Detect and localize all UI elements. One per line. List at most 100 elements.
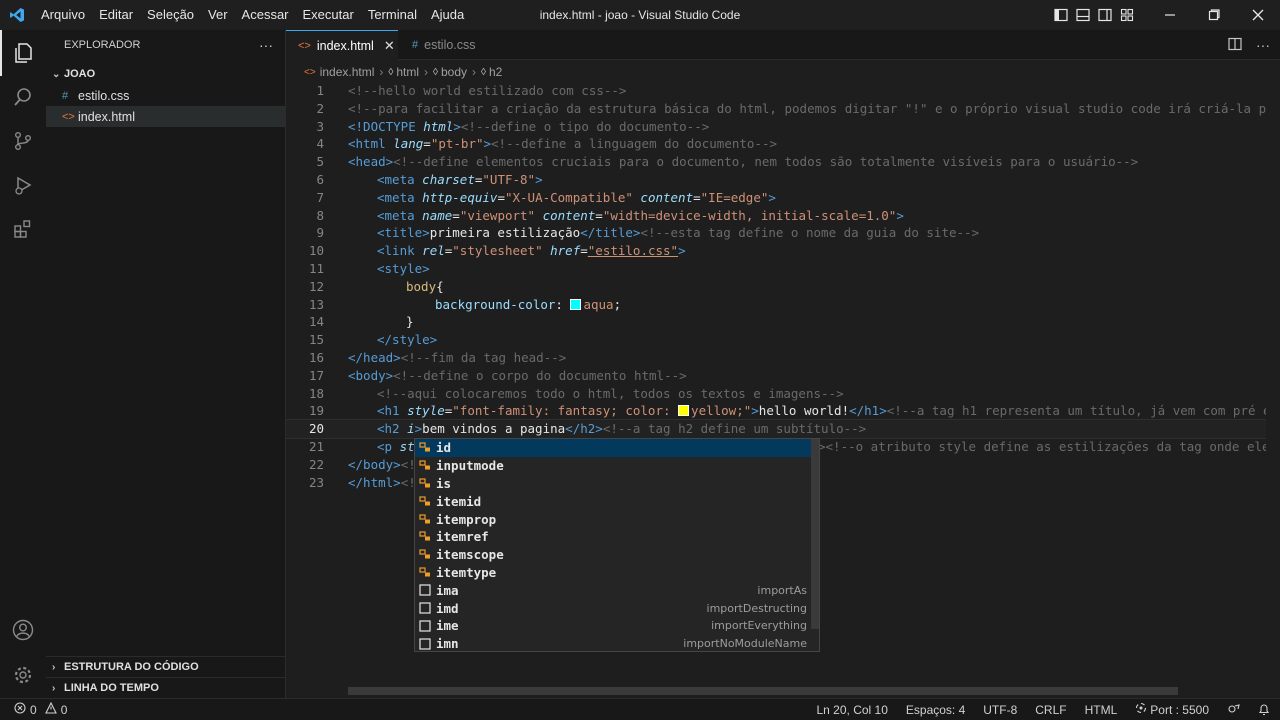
snippet-icon xyxy=(418,602,432,615)
css-file-icon: # xyxy=(62,89,69,102)
vertical-scrollbar[interactable] xyxy=(1266,82,1280,682)
settings-gear-icon[interactable] xyxy=(0,652,46,698)
explorer-title: EXPLORADOR xyxy=(64,39,141,51)
menu-selecao[interactable]: Seleção xyxy=(140,0,201,30)
live-server-port[interactable]: Port : 5500 xyxy=(1135,702,1209,717)
suggestion-label: itemscope xyxy=(436,547,504,563)
element-icon: ◊ xyxy=(433,66,438,78)
more-actions-icon[interactable]: ··· xyxy=(259,37,273,53)
breadcrumb-h2[interactable]: ◊ h2 xyxy=(481,65,502,79)
suggestion-item[interactable]: itemid xyxy=(415,492,819,510)
status-bar: 0 0 Ln 20, Col 10 Espaços: 4 UTF-8 CRLF … xyxy=(0,698,1280,720)
suggestion-item[interactable]: itemprop xyxy=(415,510,819,528)
breadcrumb-label: body xyxy=(440,65,467,79)
source-control-icon[interactable] xyxy=(0,118,46,164)
menu-arquivo[interactable]: Arquivo xyxy=(34,0,92,30)
suggestions-scrollbar[interactable] xyxy=(811,439,819,629)
account-icon[interactable] xyxy=(0,607,46,653)
breadcrumb-html[interactable]: ◊ html xyxy=(388,65,419,79)
line-code: <!--aqui colocaremos todo o html, todos … xyxy=(377,385,844,403)
token: <!--fim da tag head--> xyxy=(400,350,567,365)
token: <meta xyxy=(377,172,415,187)
line-number: 7 xyxy=(316,189,324,205)
html-file-icon: <> xyxy=(298,39,311,52)
token: <p xyxy=(377,439,393,454)
line-number: 14 xyxy=(308,314,324,330)
token: "X-UA-Compatible" xyxy=(504,189,633,205)
token: <title> xyxy=(377,225,430,241)
cursor-position[interactable]: Ln 20, Col 10 xyxy=(817,703,888,717)
language-mode[interactable]: HTML xyxy=(1085,703,1118,717)
end-of-line[interactable]: CRLF xyxy=(1035,703,1066,717)
split-editor-icon[interactable] xyxy=(1228,37,1242,54)
port-label: Port : 5500 xyxy=(1150,702,1209,717)
file-encoding[interactable]: UTF-8 xyxy=(983,703,1017,717)
suggestion-item[interactable]: ime importEverything xyxy=(415,617,819,635)
horizontal-scrollbar[interactable] xyxy=(348,687,1178,695)
minimize-icon[interactable] xyxy=(1148,0,1192,30)
indentation-setting[interactable]: Espaços: 4 xyxy=(906,703,965,717)
menu-ajuda[interactable]: Ajuda xyxy=(424,0,471,30)
toggle-sidebar-icon[interactable] xyxy=(1050,0,1072,30)
code-line: 17 <body><!--define o corpo do documento … xyxy=(286,367,1266,385)
token: "width=device-width, initial-scale=1.0" xyxy=(602,207,897,223)
token: </head> xyxy=(348,350,401,365)
close-tab-icon[interactable]: ✕ xyxy=(384,38,395,54)
more-actions-icon[interactable]: ··· xyxy=(1256,37,1270,53)
suggestion-item[interactable]: imd importDestructing xyxy=(415,599,819,617)
suggestion-item[interactable]: inputmode xyxy=(415,457,819,475)
suggestion-item[interactable]: itemref xyxy=(415,528,819,546)
suggestion-item[interactable]: ima importAs xyxy=(415,581,819,599)
timeline-section[interactable]: › LINHA DO TEMPO xyxy=(46,677,285,698)
restore-icon[interactable] xyxy=(1192,0,1236,30)
token: </title> xyxy=(580,225,641,241)
attribute-icon xyxy=(418,477,432,490)
menu-editar[interactable]: Editar xyxy=(92,0,140,30)
token: > xyxy=(768,189,776,205)
token: <head> xyxy=(348,154,394,170)
toggle-secondary-sidebar-icon[interactable] xyxy=(1094,0,1116,30)
file-estilo-css[interactable]: # estilo.css xyxy=(46,85,285,106)
breadcrumb-file[interactable]: <> index.html xyxy=(304,65,374,79)
line-number: 20 xyxy=(308,421,324,437)
suggestion-item[interactable]: is xyxy=(415,475,819,493)
outline-section[interactable]: › ESTRUTURA DO CÓDIGO xyxy=(46,656,285,677)
color-swatch-aqua[interactable] xyxy=(570,298,582,310)
token: </style> xyxy=(377,332,438,348)
explorer-icon[interactable] xyxy=(0,30,46,76)
line-code: <meta http-equiv="X-UA-Compatible" conte… xyxy=(377,189,776,207)
line-number: 18 xyxy=(308,385,324,401)
tab-estilo-css[interactable]: # estilo.css xyxy=(400,30,486,60)
close-window-icon[interactable] xyxy=(1236,0,1280,30)
menu-executar[interactable]: Executar xyxy=(296,0,361,30)
suggestion-label: imn xyxy=(436,636,459,652)
search-icon[interactable] xyxy=(0,74,46,120)
menu-acessar[interactable]: Acessar xyxy=(235,0,296,30)
suggestion-item[interactable]: id xyxy=(415,439,819,457)
breadcrumb-body[interactable]: ◊ body xyxy=(433,65,467,79)
token[interactable]: "estilo.css" xyxy=(588,243,678,258)
extensions-icon[interactable] xyxy=(0,206,46,252)
menu-ver[interactable]: Ver xyxy=(201,0,235,30)
tab-index-html[interactable]: <> index.html ✕ xyxy=(286,30,398,60)
suggestion-item[interactable]: imn importNoModuleName xyxy=(415,635,819,653)
token: <html xyxy=(348,136,386,152)
suggestion-item[interactable]: itemtype xyxy=(415,564,819,582)
line-code: <html lang="pt-br"><!--define a linguage… xyxy=(348,135,777,153)
notifications-bell-icon[interactable] xyxy=(1258,703,1270,716)
token: <body> xyxy=(348,367,394,383)
folder-joao[interactable]: ⌄ JOAO xyxy=(46,63,285,85)
line-number: 19 xyxy=(308,403,324,419)
suggestion-item[interactable]: itemscope xyxy=(415,546,819,564)
menu-terminal[interactable]: Terminal xyxy=(361,0,424,30)
color-swatch-yellow[interactable] xyxy=(678,405,690,417)
problems-indicator[interactable]: 0 0 xyxy=(14,701,67,717)
line-code: <title>primeira estilização</title><!--e… xyxy=(377,224,979,242)
run-debug-icon[interactable] xyxy=(0,162,46,208)
customize-layout-icon[interactable] xyxy=(1116,0,1138,30)
file-index-html[interactable]: <> index.html xyxy=(46,106,285,127)
toggle-panel-icon[interactable] xyxy=(1072,0,1094,30)
token: > xyxy=(678,243,686,259)
line-code: <body><!--define o corpo do documento ht… xyxy=(348,367,687,385)
feedback-icon[interactable] xyxy=(1227,703,1240,716)
